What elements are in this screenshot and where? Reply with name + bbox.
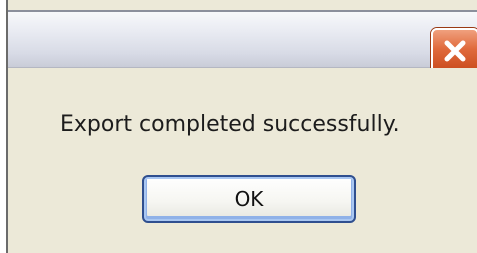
close-icon bbox=[444, 40, 466, 62]
message-text: Export completed successfully. bbox=[60, 112, 400, 137]
dialog-window: Export completed successfully. OK bbox=[6, 0, 477, 253]
title-bar[interactable] bbox=[8, 10, 477, 74]
dialog-body bbox=[8, 68, 477, 253]
ok-button[interactable]: OK bbox=[142, 175, 356, 223]
